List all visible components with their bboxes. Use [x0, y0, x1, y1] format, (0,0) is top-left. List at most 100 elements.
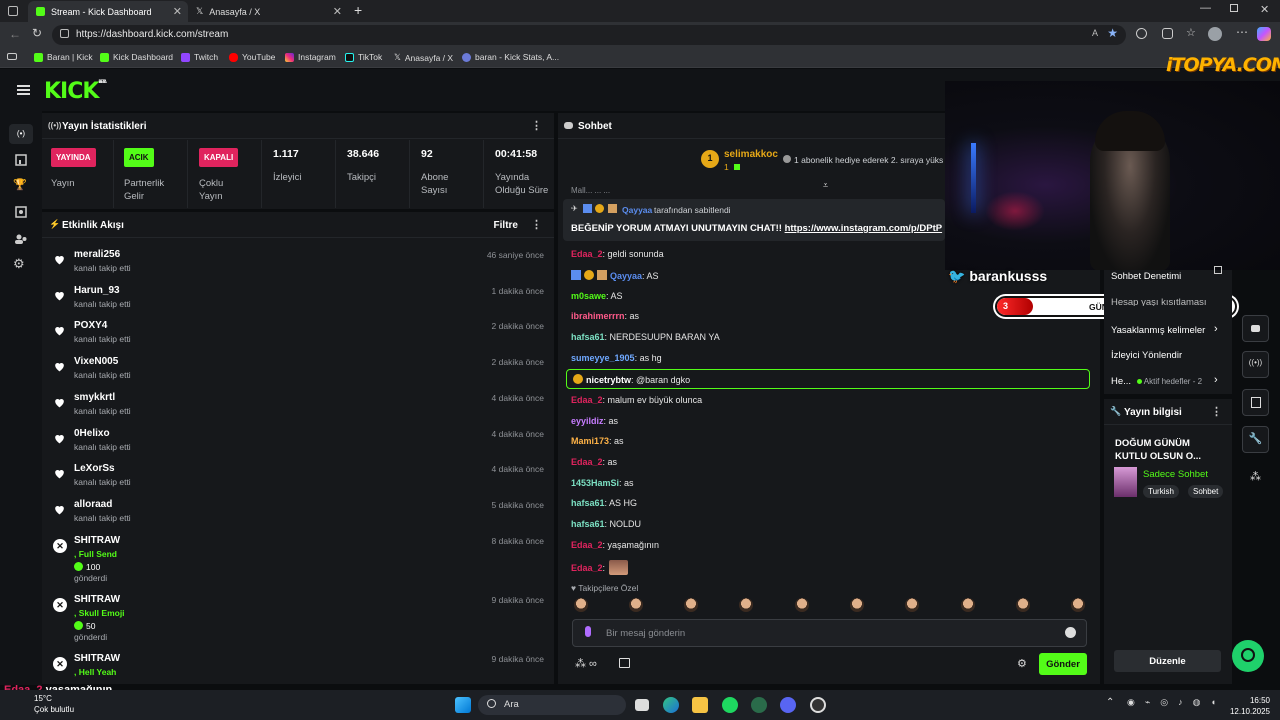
- bookmark-instagram[interactable]: Instagram: [285, 52, 336, 62]
- app-icon[interactable]: [751, 697, 767, 713]
- tab-close-icon[interactable]: ✕: [333, 5, 342, 18]
- emote-icon[interactable]: [1016, 598, 1030, 612]
- chat-username[interactable]: m0sawe: [571, 291, 606, 301]
- new-tab-button[interactable]: +: [354, 2, 362, 18]
- chat-settings-icon[interactable]: ⚙: [1017, 657, 1027, 670]
- stream-category[interactable]: Sadece Sohbet: [1143, 469, 1208, 480]
- back-icon[interactable]: ←: [9, 27, 21, 41]
- moderation-item[interactable]: İzleyici Yönlendir: [1111, 350, 1182, 361]
- profile-avatar[interactable]: [1208, 27, 1222, 41]
- weather-widget[interactable]: 15°C Çok bulutlu: [4, 693, 74, 715]
- chat-username[interactable]: Edaa_2: [571, 395, 603, 405]
- site-info-icon[interactable]: [60, 29, 69, 38]
- chat-username[interactable]: nicetrybtw: [586, 375, 631, 385]
- favorite-star-icon[interactable]: ★: [1107, 26, 1118, 40]
- activity-username[interactable]: POXY4: [74, 320, 107, 331]
- emote-icon[interactable]: [574, 598, 588, 612]
- tag-turkish[interactable]: Turkish: [1143, 485, 1179, 498]
- rail-chat-button[interactable]: [1242, 315, 1269, 342]
- chat-username[interactable]: Qayyaa: [610, 271, 642, 281]
- bookmark-tiktok[interactable]: TikTok: [345, 52, 382, 62]
- external-link-icon[interactable]: [1214, 266, 1222, 274]
- activity-more-icon[interactable]: ⋮: [531, 218, 542, 231]
- activity-username[interactable]: 0Helixo: [74, 428, 110, 439]
- support-button[interactable]: [1232, 640, 1264, 672]
- mic-icon[interactable]: [585, 626, 591, 637]
- file-explorer-icon[interactable]: [692, 697, 708, 713]
- bookmark-kick-stats[interactable]: baran - Kick Stats, A...: [462, 52, 559, 62]
- extensions-icon[interactable]: [1136, 28, 1147, 39]
- read-aloud-icon[interactable]: A: [1092, 28, 1098, 38]
- nav-community-icon[interactable]: [13, 231, 29, 247]
- nav-moderation-icon[interactable]: [13, 204, 29, 220]
- rail-broadcast-button[interactable]: ((•)): [1242, 351, 1269, 378]
- taskbar-search[interactable]: Ara: [478, 695, 626, 715]
- close-window-button[interactable]: ✕: [1260, 3, 1269, 16]
- nav-analytics-icon[interactable]: [13, 152, 29, 168]
- bookmark-baran-kick[interactable]: Baran | Kick: [34, 52, 93, 62]
- activity-username[interactable]: SHITRAW: [74, 594, 120, 605]
- activity-filter-button[interactable]: Filtre: [494, 220, 518, 231]
- hamburger-menu-icon[interactable]: [17, 85, 30, 95]
- emote-icon[interactable]: [850, 598, 864, 612]
- moderation-item[interactable]: Sohbet Denetimi: [1111, 271, 1181, 282]
- emoji-icon[interactable]: [1065, 627, 1076, 638]
- pinned-link[interactable]: https://www.instagram.com/p/DPtP: [785, 223, 942, 234]
- activity-username[interactable]: alloraad: [74, 499, 112, 510]
- emote-icon[interactable]: [1071, 598, 1085, 612]
- bookmark-youtube[interactable]: YouTube: [229, 52, 275, 62]
- edit-stream-button[interactable]: Düzenle: [1114, 650, 1221, 672]
- copilot-icon[interactable]: [1257, 27, 1271, 41]
- emote-icon[interactable]: [905, 598, 919, 612]
- tab-actions-icon[interactable]: [8, 6, 18, 16]
- activity-username[interactable]: SHITRAW: [74, 535, 120, 546]
- collections-icon[interactable]: ☆: [1186, 26, 1196, 39]
- tab-close-icon[interactable]: ✕: [173, 5, 182, 18]
- top-gifter-name[interactable]: selimakkoc: [724, 149, 778, 160]
- tab-stream[interactable]: Stream - Kick Dashboard ✕: [28, 1, 188, 22]
- tab-x[interactable]: 𝕏 Anasayfa / X ✕: [188, 1, 348, 22]
- emote-icon[interactable]: [684, 598, 698, 612]
- browser-essentials-icon[interactable]: [1162, 28, 1173, 39]
- chat-username[interactable]: Mami173: [571, 436, 609, 446]
- tray-chevron-icon[interactable]: ⌃: [1106, 697, 1114, 708]
- activity-username[interactable]: merali256: [74, 249, 120, 260]
- nav-stream-icon[interactable]: (•): [9, 124, 33, 144]
- bookmark-twitch[interactable]: Twitch: [181, 52, 218, 62]
- bookmark-kick-dashboard[interactable]: Kick Dashboard: [100, 52, 173, 62]
- nav-trophy-icon[interactable]: 🏆: [13, 178, 29, 194]
- kick-logo[interactable]: KICKBETA: [44, 79, 107, 104]
- bookmark-x[interactable]: 𝕏 Anasayfa / X: [394, 52, 453, 63]
- tag-sohbet[interactable]: Sohbet: [1188, 485, 1224, 498]
- stream-info-more-icon[interactable]: ⋮: [1211, 405, 1222, 418]
- url-input[interactable]: https://dashboard.kick.com/stream A ★: [52, 25, 1126, 45]
- chat-username[interactable]: Edaa_2: [571, 457, 603, 467]
- chat-username[interactable]: eyyildiz: [571, 416, 604, 426]
- chat-username[interactable]: hafsa61: [571, 519, 605, 529]
- edge-icon[interactable]: [663, 697, 679, 713]
- activity-username[interactable]: VixeN005: [74, 356, 118, 367]
- activity-username[interactable]: smykkrtl: [74, 392, 115, 403]
- refresh-icon[interactable]: ↻: [32, 26, 42, 40]
- chat-username[interactable]: hafsa61: [571, 498, 605, 508]
- rail-more-icon[interactable]: ⁂: [1250, 470, 1261, 483]
- rail-layout-button[interactable]: [1242, 389, 1269, 416]
- obs-icon[interactable]: [810, 697, 826, 713]
- emote-icon[interactable]: [629, 598, 643, 612]
- maximize-button[interactable]: [1230, 4, 1238, 12]
- send-button[interactable]: Gönder: [1039, 653, 1087, 675]
- chat-username[interactable]: hafsa61: [571, 332, 605, 342]
- minimize-button[interactable]: —: [1200, 2, 1211, 14]
- tray-icons[interactable]: ◉⌁◎♪◍◖: [1127, 697, 1226, 708]
- chat-input[interactable]: Bir mesaj gönderin: [572, 619, 1087, 647]
- chat-username[interactable]: 1453HamSi: [571, 478, 619, 488]
- activity-username[interactable]: LeXorSs: [74, 463, 115, 474]
- store-icon[interactable]: [619, 658, 630, 668]
- task-view-icon[interactable]: [635, 699, 649, 711]
- moderation-item[interactable]: Hesap yaşı kısıtlaması: [1111, 297, 1211, 306]
- tablet-mode-icon[interactable]: [7, 53, 17, 60]
- rail-tools-button[interactable]: 🔧: [1242, 426, 1269, 453]
- menu-dots-icon[interactable]: ⋯: [1236, 25, 1248, 39]
- stats-more-icon[interactable]: ⋮: [531, 119, 542, 132]
- moderation-item[interactable]: He...: [1111, 376, 1131, 387]
